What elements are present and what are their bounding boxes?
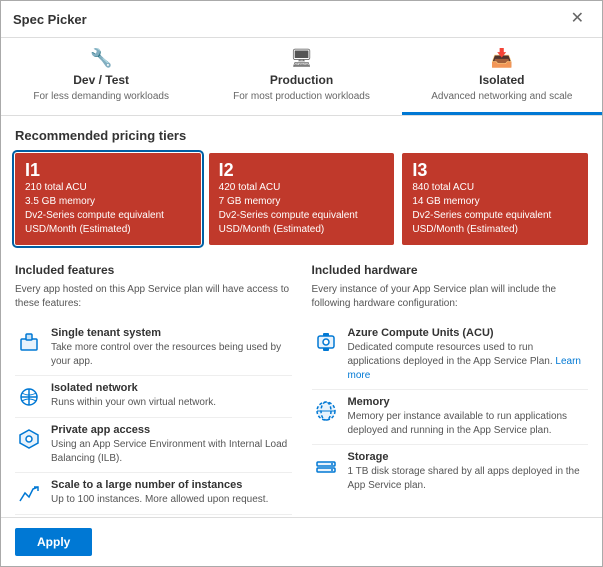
tab-production[interactable]: 🖥 Production For most production workloa… bbox=[201, 38, 401, 115]
scale-desc: Up to 100 instances. More allowed upon r… bbox=[51, 493, 268, 507]
monitor-icon: 🖥 bbox=[290, 48, 313, 69]
title-bar: Spec Picker ✕ bbox=[1, 1, 602, 38]
close-button[interactable]: ✕ bbox=[565, 9, 590, 29]
tab-dev-test-sublabel: For less demanding workloads bbox=[33, 91, 169, 102]
isolated-icon: 📥 bbox=[491, 48, 513, 69]
included-hardware-col: Included hardware Every instance of your… bbox=[312, 263, 589, 517]
acu-name: Azure Compute Units (ACU) bbox=[348, 327, 589, 339]
isolated-network-icon bbox=[15, 383, 43, 411]
scale-name: Scale to a large number of instances bbox=[51, 479, 268, 491]
tab-dev-test[interactable]: 🔧 Dev / Test For less demanding workload… bbox=[1, 38, 201, 115]
private-access-desc: Using an App Service Environment with In… bbox=[51, 438, 292, 466]
tier-i2-badge: I2 bbox=[219, 161, 385, 179]
hardware-description: Every instance of your App Service plan … bbox=[312, 283, 589, 311]
memory-icon bbox=[312, 397, 340, 425]
tier-i2[interactable]: I2 420 total ACU7 GB memoryDv2-Series co… bbox=[209, 153, 395, 245]
tab-production-label: Production bbox=[270, 73, 333, 87]
main-content: Recommended pricing tiers I1 210 total A… bbox=[1, 116, 602, 517]
feature-scale: Scale to a large number of instances Up … bbox=[15, 473, 292, 515]
tier-i1-detail: 210 total ACU3.5 GB memoryDv2-Series com… bbox=[25, 181, 191, 237]
tab-dev-test-label: Dev / Test bbox=[73, 73, 129, 87]
pricing-tiers: I1 210 total ACU3.5 GB memoryDv2-Series … bbox=[15, 153, 588, 245]
two-col-section: Included features Every app hosted on th… bbox=[15, 263, 588, 517]
hardware-storage: Storage 1 TB disk storage shared by all … bbox=[312, 445, 589, 499]
tier-i3-detail: 840 total ACU14 GB memoryDv2-Series comp… bbox=[412, 181, 578, 237]
tab-isolated[interactable]: 📥 Isolated Advanced networking and scale bbox=[402, 38, 602, 115]
tab-isolated-sublabel: Advanced networking and scale bbox=[431, 91, 572, 102]
private-access-icon bbox=[15, 425, 43, 453]
memory-name: Memory bbox=[348, 396, 589, 408]
feature-list: Single tenant system Take more control o… bbox=[15, 321, 292, 517]
isolated-network-desc: Runs within your own virtual network. bbox=[51, 396, 216, 410]
tab-bar: 🔧 Dev / Test For less demanding workload… bbox=[1, 38, 602, 116]
spec-picker-window: Spec Picker ✕ 🔧 Dev / Test For less dema… bbox=[0, 0, 603, 567]
feature-isolated-network: Isolated network Runs within your own vi… bbox=[15, 376, 292, 418]
single-tenant-name: Single tenant system bbox=[51, 327, 292, 339]
tier-i1[interactable]: I1 210 total ACU3.5 GB memoryDv2-Series … bbox=[15, 153, 201, 245]
included-features-col: Included features Every app hosted on th… bbox=[15, 263, 292, 517]
hardware-memory: Memory Memory per instance available to … bbox=[312, 390, 589, 445]
private-access-name: Private app access bbox=[51, 424, 292, 436]
window-title: Spec Picker bbox=[13, 12, 87, 27]
features-description: Every app hosted on this App Service pla… bbox=[15, 283, 292, 311]
tab-isolated-label: Isolated bbox=[479, 73, 524, 87]
tier-i3[interactable]: I3 840 total ACU14 GB memoryDv2-Series c… bbox=[402, 153, 588, 245]
tier-i2-detail: 420 total ACU7 GB memoryDv2-Series compu… bbox=[219, 181, 385, 237]
memory-desc: Memory per instance available to run app… bbox=[348, 410, 589, 438]
footer: Apply bbox=[1, 517, 602, 566]
learn-more-link[interactable]: Learn more bbox=[348, 356, 582, 381]
storage-icon bbox=[312, 452, 340, 480]
tier-i3-badge: I3 bbox=[412, 161, 578, 179]
tab-production-sublabel: For most production workloads bbox=[233, 91, 370, 102]
storage-desc: 1 TB disk storage shared by all apps dep… bbox=[348, 465, 589, 493]
hardware-list: Azure Compute Units (ACU) Dedicated comp… bbox=[312, 321, 589, 499]
storage-name: Storage bbox=[348, 451, 589, 463]
hardware-acu: Azure Compute Units (ACU) Dedicated comp… bbox=[312, 321, 589, 390]
features-title: Included features bbox=[15, 263, 292, 277]
wrench-icon: 🔧 bbox=[90, 48, 112, 69]
single-tenant-desc: Take more control over the resources bei… bbox=[51, 341, 292, 369]
tier-i1-badge: I1 bbox=[25, 161, 191, 179]
hardware-title: Included hardware bbox=[312, 263, 589, 277]
feature-private-access: Private app access Using an App Service … bbox=[15, 418, 292, 473]
single-tenant-icon bbox=[15, 328, 43, 356]
acu-desc: Dedicated compute resources used to run … bbox=[348, 341, 589, 383]
acu-icon bbox=[312, 328, 340, 356]
recommended-section-title: Recommended pricing tiers bbox=[15, 128, 588, 143]
isolated-network-name: Isolated network bbox=[51, 382, 216, 394]
feature-single-tenant: Single tenant system Take more control o… bbox=[15, 321, 292, 376]
apply-button[interactable]: Apply bbox=[15, 528, 92, 556]
scale-icon bbox=[15, 480, 43, 508]
